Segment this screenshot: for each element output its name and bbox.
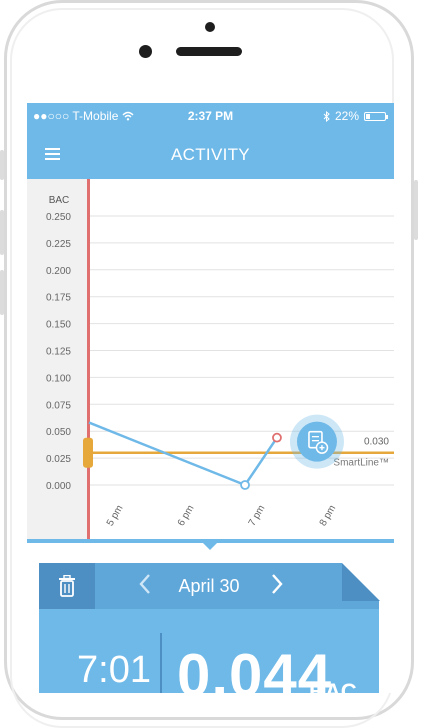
- y-tick-label: 0.075: [46, 400, 71, 411]
- chevron-right-icon[interactable]: [271, 573, 283, 601]
- front-camera: [139, 45, 152, 58]
- y-tick-label: 0.050: [46, 427, 71, 438]
- y-tick-label: 0.200: [46, 266, 71, 277]
- mute-switch: [0, 270, 4, 315]
- app-header: ACTIVITY: [27, 129, 394, 179]
- chevron-left-icon[interactable]: [139, 573, 151, 601]
- status-bar: ●●○○○ T-Mobile 2:37 PM 22%: [27, 103, 394, 129]
- volume-down-button: [0, 210, 4, 255]
- earpiece-speaker: [176, 47, 242, 56]
- bluetooth-icon: [323, 110, 330, 122]
- volume-up-button: [0, 150, 4, 180]
- current-reading-point: [272, 432, 282, 443]
- smartline-value-label: 0.030: [364, 437, 389, 448]
- bac-point: [240, 480, 250, 490]
- card-date: April 30: [178, 576, 240, 596]
- x-tick-label: 8 pm: [318, 503, 339, 528]
- y-axis-label: BAC: [49, 195, 70, 206]
- x-tick-label: 5 pm: [105, 503, 126, 528]
- y-tick-label: 0.225: [46, 239, 71, 250]
- bac-chart: BAC 0.250 0.225 0.200 0.175 0.150 0.125 0.100 0.…: [27, 179, 394, 539]
- smartline-handle: [83, 437, 93, 468]
- x-tick-label: 7 pm: [247, 503, 268, 528]
- status-right: 22%: [323, 109, 388, 123]
- bac-chart-svg: BAC 0.250 0.225 0.200 0.175 0.150 0.125 0.100 0.…: [46, 179, 394, 539]
- smartline-label: SmartLine™: [333, 458, 389, 469]
- page-fold-corner: [342, 563, 380, 601]
- y-tick-label: 0.000: [46, 481, 71, 492]
- reading-bac-unit: BAC: [309, 679, 357, 693]
- y-tick-label: 0.025: [46, 454, 71, 465]
- y-tick-label: 0.175: [46, 293, 71, 304]
- card-divider: [160, 633, 162, 693]
- battery-percent: 22%: [334, 109, 359, 123]
- y-tick-label: 0.125: [46, 347, 71, 358]
- add-drink-button: [296, 421, 337, 462]
- page-title: ACTIVITY: [171, 145, 250, 164]
- battery-icon: [364, 111, 388, 121]
- power-button: [414, 180, 418, 240]
- trash-icon[interactable]: [39, 563, 95, 609]
- app-screen: ●●○○○ T-Mobile 2:37 PM 22% ACTIVITY BAC 0…: [27, 103, 394, 693]
- selection-pointer: [203, 543, 217, 550]
- y-tick-label: 0.100: [46, 373, 71, 384]
- now-indicator-line: [87, 179, 90, 539]
- y-tick-label: 0.250: [46, 212, 71, 223]
- front-sensor: [205, 22, 215, 32]
- reading-time: 7:01: [77, 649, 151, 691]
- reading-card: April 30 7:01 0.044 BAC: [39, 563, 380, 693]
- y-tick-label: 0.150: [46, 320, 71, 331]
- x-tick-label: 6 pm: [176, 503, 197, 528]
- battery-level: [366, 113, 370, 119]
